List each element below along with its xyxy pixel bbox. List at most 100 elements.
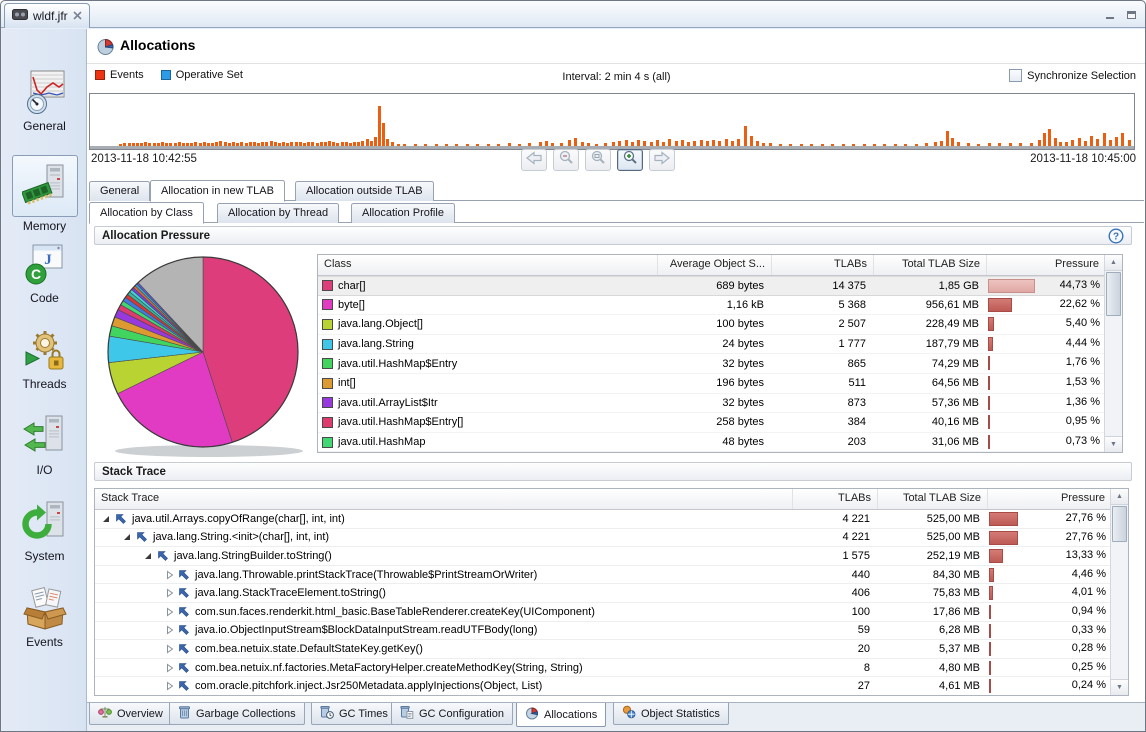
table-row[interactable]: java.util.HashMap$Entry32 bytes86574,29 … — [318, 354, 1104, 374]
stack-trace-row[interactable]: java.lang.StackTraceElement.toString()40… — [95, 584, 1110, 603]
column-header-total-tlab-size[interactable]: Total TLAB Size — [878, 489, 988, 509]
sidebar-item-label: Memory — [23, 219, 66, 233]
stack-trace-row[interactable]: java.lang.Throwable.printStackTrace(Thro… — [95, 566, 1110, 585]
table-row[interactable]: java.util.HashMap$Entry[]258 bytes38440,… — [318, 413, 1104, 433]
total-tlab-size-cell: 228,49 MB — [874, 318, 987, 330]
column-header-average-object-s-[interactable]: Average Object S... — [658, 255, 772, 275]
tree-expanded-icon[interactable] — [145, 553, 151, 559]
pressure-cell: 4,44 % — [987, 335, 1104, 354]
timeline-forward-button[interactable] — [649, 149, 675, 171]
scrollbar-thumb[interactable] — [1112, 506, 1127, 542]
maximize-icon[interactable] — [1126, 7, 1137, 25]
timeline-zoom-out-button[interactable] — [553, 149, 579, 171]
bottom-tab-allocations[interactable]: Allocations — [516, 703, 606, 727]
stack-trace-row[interactable]: com.sun.faces.renderkit.html_basic.BaseT… — [95, 603, 1110, 622]
stack-trace-row[interactable]: com.bea.netuix.nf.factories.MetaFactoryH… — [95, 659, 1110, 678]
tab-allocation-by-class[interactable]: Allocation by Class — [89, 202, 204, 224]
scroll-up-icon[interactable]: ▲ — [1105, 255, 1122, 271]
scrollbar-thumb[interactable] — [1106, 272, 1121, 316]
scroll-down-icon[interactable]: ▼ — [1111, 679, 1128, 695]
tree-collapsed-icon[interactable] — [166, 663, 174, 673]
io-icon — [21, 413, 69, 461]
tlabs-cell: 384 — [772, 416, 874, 428]
column-header-pressure[interactable]: Pressure — [988, 489, 1112, 509]
tree-collapsed-icon[interactable] — [166, 570, 174, 580]
class-cell: java.util.HashMap$Entry[] — [318, 416, 658, 428]
timeline-zoom-in-button[interactable] — [617, 149, 643, 171]
column-header-tlabs[interactable]: TLABs — [793, 489, 878, 509]
stack-trace-row[interactable]: java.io.ObjectInputStream$BlockDataInput… — [95, 622, 1110, 641]
class-name: char[] — [338, 280, 366, 292]
tab-allocation-in-new-tlab[interactable]: Allocation in new TLAB — [150, 180, 285, 202]
table-row[interactable]: int[]196 bytes51164,56 MB1,53 % — [318, 374, 1104, 394]
class-name: int[] — [338, 377, 356, 389]
sidebar-item-memory[interactable]: Memory — [2, 155, 87, 241]
timeline-zoom-selection-button[interactable] — [585, 149, 611, 171]
sidebar-item-general[interactable]: General — [2, 69, 87, 155]
stack-trace-row[interactable]: com.oracle.pitchfork.inject.Jsr250Metada… — [95, 677, 1110, 695]
tree-collapsed-icon[interactable] — [166, 681, 174, 691]
table-row[interactable]: byte[]1,16 kB5 368956,61 MB22,62 % — [318, 296, 1104, 316]
tab-general[interactable]: General — [89, 181, 150, 201]
forward-icon — [654, 151, 670, 170]
avg-object-size-cell: 100 bytes — [658, 318, 772, 330]
sidebar-item-code[interactable]: JCCode — [2, 241, 87, 327]
stack-frame-text: java.lang.StringBuilder.toString() — [174, 550, 332, 562]
close-icon[interactable] — [73, 9, 82, 23]
table-row[interactable]: char[]689 bytes14 3751,85 GB44,73 % — [318, 276, 1104, 296]
tree-expanded-icon[interactable] — [124, 534, 130, 540]
stack-table-scrollbar[interactable]: ▲ ▼ — [1110, 489, 1128, 695]
editor-tab-wldf-jfr[interactable]: wldf.jfr — [4, 3, 90, 28]
bottom-tab-garbage-collections[interactable]: Garbage Collections — [169, 703, 305, 725]
class-table-scrollbar[interactable]: ▲ ▼ — [1104, 255, 1122, 452]
objstat-icon — [622, 705, 636, 722]
tree-collapsed-icon[interactable] — [166, 588, 174, 598]
table-row[interactable]: java.util.ArrayList$Itr32 bytes87357,36 … — [318, 394, 1104, 414]
stack-trace-row[interactable]: java.lang.StringBuilder.toString()1 5752… — [95, 547, 1110, 566]
bottom-tab-object-statistics[interactable]: Object Statistics — [613, 703, 729, 725]
bottom-tab-overview[interactable]: Overview — [89, 703, 172, 725]
pressure-bar — [988, 279, 1035, 293]
sidebar-item-io[interactable]: I/O — [2, 413, 87, 499]
bottom-tab-gc-configuration[interactable]: GC Configuration — [391, 703, 513, 725]
bottom-tab-label: Object Statistics — [641, 708, 720, 720]
column-header-stack-trace[interactable]: Stack Trace — [95, 489, 793, 509]
allocation-pie-chart[interactable] — [99, 253, 313, 459]
tree-expanded-icon[interactable] — [103, 516, 109, 522]
total-tlab-size-cell: 64,56 MB — [874, 377, 987, 389]
table-row[interactable]: java.lang.Object[]100 bytes2 507228,49 M… — [318, 315, 1104, 335]
total-tlab-size-cell: 1,85 GB — [874, 280, 987, 292]
column-header-class[interactable]: Class — [318, 255, 658, 275]
stack-trace-row[interactable]: com.bea.netuix.state.DefaultStateKey.get… — [95, 640, 1110, 659]
tab-allocation-outside-tlab[interactable]: Allocation outside TLAB — [295, 181, 434, 201]
timeline-back-button[interactable] — [521, 149, 547, 171]
stack-frame-text: com.bea.netuix.nf.factories.MetaFactoryH… — [195, 662, 583, 674]
timeline-chart[interactable] — [89, 93, 1135, 150]
sidebar-item-threads[interactable]: Threads — [2, 327, 87, 413]
table-row[interactable]: java.util.HashMap48 bytes20331,06 MB0,73… — [318, 433, 1104, 452]
scroll-up-icon[interactable]: ▲ — [1111, 489, 1128, 505]
stack-trace-row[interactable]: java.util.Arrays.copyOfRange(char[], int… — [95, 510, 1110, 529]
tlabs-cell: 20 — [793, 643, 878, 655]
timeline-bar — [744, 126, 747, 147]
bottom-tab-gc-times[interactable]: GC Times — [311, 703, 397, 725]
stack-trace-row[interactable]: java.lang.String.<init>(char[], int, int… — [95, 529, 1110, 548]
tree-collapsed-icon[interactable] — [166, 644, 174, 654]
synchronize-selection-checkbox[interactable] — [1009, 69, 1022, 82]
column-header-tlabs[interactable]: TLABs — [772, 255, 874, 275]
minimize-icon[interactable] — [1105, 7, 1116, 25]
tree-collapsed-icon[interactable] — [166, 607, 174, 617]
column-header-pressure[interactable]: Pressure — [987, 255, 1106, 275]
tab-allocation-profile[interactable]: Allocation Profile — [351, 203, 455, 223]
column-header-total-tlab-size[interactable]: Total TLAB Size — [874, 255, 987, 275]
sidebar-item-events[interactable]: Events — [2, 585, 87, 671]
pressure-value: 27,76 % — [1066, 512, 1106, 524]
pressure-cell: 0,33 % — [988, 622, 1110, 640]
tree-collapsed-icon[interactable] — [166, 625, 174, 635]
table-row[interactable]: java.lang.String24 bytes1 777187,79 MB4,… — [318, 335, 1104, 355]
help-icon[interactable]: ? — [1108, 228, 1124, 244]
tab-allocation-by-thread[interactable]: Allocation by Thread — [217, 203, 339, 223]
sidebar-item-system[interactable]: System — [2, 499, 87, 585]
class-cell: java.util.HashMap — [318, 436, 658, 448]
scroll-down-icon[interactable]: ▼ — [1105, 436, 1122, 452]
